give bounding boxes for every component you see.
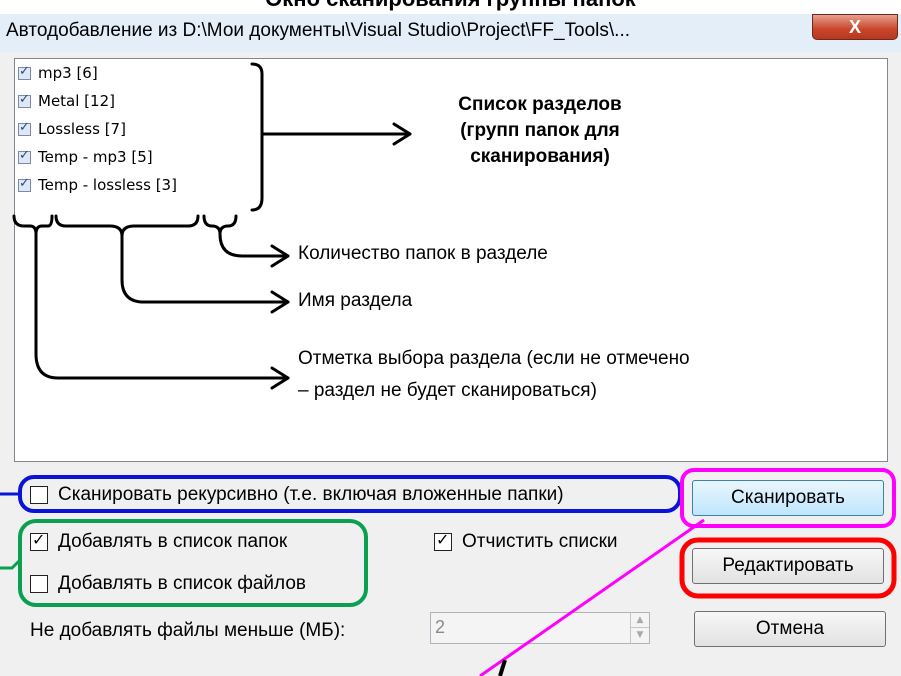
check-icon: ✓: [436, 530, 450, 549]
min-size-value: 2: [435, 617, 446, 637]
cancel-button[interactable]: Отмена: [694, 611, 886, 647]
section-label: Temp - mp3 [5]: [38, 148, 153, 166]
annotation-section-check-1: Отметка выбора раздела (если не отмечено: [298, 348, 690, 369]
annotation-line: Список разделов: [458, 94, 622, 115]
section-checkbox[interactable]: ✓: [18, 147, 31, 164]
list-item[interactable]: ✓ Temp - mp3 [5]: [18, 144, 153, 170]
check-icon: ✓: [19, 175, 30, 191]
edit-button[interactable]: Редактировать: [692, 548, 884, 584]
section-label: Temp - lossless [3]: [38, 176, 177, 194]
section-label: mp3 [6]: [38, 64, 98, 82]
section-checkbox[interactable]: ✓: [18, 119, 31, 136]
spin-buttons: ▲ ▼: [630, 613, 649, 643]
annotation-section-check-2: – раздел не будет сканироваться): [298, 380, 597, 401]
scan-recursive-checkbox[interactable]: [30, 486, 48, 504]
min-size-stepper[interactable]: 2 ▲ ▼: [430, 612, 650, 644]
clear-lists-option[interactable]: ✓ Отчистить списки: [434, 530, 618, 553]
annotation-folder-count: Количество папок в разделе: [298, 243, 548, 264]
annotation-section-name: Имя раздела: [298, 290, 413, 311]
annotation-line: сканирования): [470, 146, 610, 167]
list-item[interactable]: ✓ mp3 [6]: [18, 60, 98, 86]
section-checkbox[interactable]: ✓: [18, 175, 31, 192]
check-icon: ✓: [19, 119, 30, 135]
add-to-files-option[interactable]: Добавлять в список файлов: [30, 573, 306, 595]
close-button[interactable]: X: [812, 14, 898, 40]
add-to-folders-option[interactable]: ✓ Добавлять в список папок: [30, 530, 288, 553]
scan-button[interactable]: Сканировать: [692, 480, 884, 516]
clear-lists-checkbox[interactable]: ✓: [434, 530, 452, 551]
list-item[interactable]: ✓ Metal [12]: [18, 88, 115, 114]
section-label: Lossless [7]: [38, 120, 126, 138]
add-to-folders-label: Добавлять в список папок: [58, 531, 288, 552]
list-item[interactable]: ✓ Temp - lossless [3]: [18, 172, 177, 198]
section-checkbox[interactable]: ✓: [18, 91, 31, 108]
min-size-label: Не добавлять файлы меньше (МБ):: [30, 620, 346, 641]
add-to-files-checkbox[interactable]: [30, 575, 48, 593]
scan-recursive-label: Сканировать рекурсивно (т.е. включая вло…: [58, 484, 564, 505]
clear-lists-label: Отчистить списки: [462, 531, 618, 552]
check-icon: ✓: [19, 91, 30, 107]
annotation-line: (групп папок для: [460, 120, 620, 141]
check-icon: ✓: [32, 530, 46, 549]
add-to-folders-checkbox[interactable]: ✓: [30, 530, 48, 551]
annotation-sections-list: Список разделов (групп папок для сканиро…: [410, 92, 670, 170]
scan-recursive-option[interactable]: Сканировать рекурсивно (т.е. включая вло…: [30, 484, 564, 506]
figure-caption: Окно сканирования группы папок: [0, 0, 901, 12]
section-label: Metal [12]: [38, 92, 115, 110]
spin-up-icon[interactable]: ▲: [631, 613, 649, 628]
check-icon: ✓: [19, 63, 30, 79]
check-icon: ✓: [19, 147, 30, 163]
list-item[interactable]: ✓ Lossless [7]: [18, 116, 126, 142]
section-checkbox[interactable]: ✓: [18, 63, 31, 80]
window-title: Автодобавление из D:\Мои документы\Visua…: [6, 20, 631, 41]
spin-down-icon[interactable]: ▼: [631, 628, 649, 642]
add-to-files-label: Добавлять в список файлов: [58, 573, 306, 594]
